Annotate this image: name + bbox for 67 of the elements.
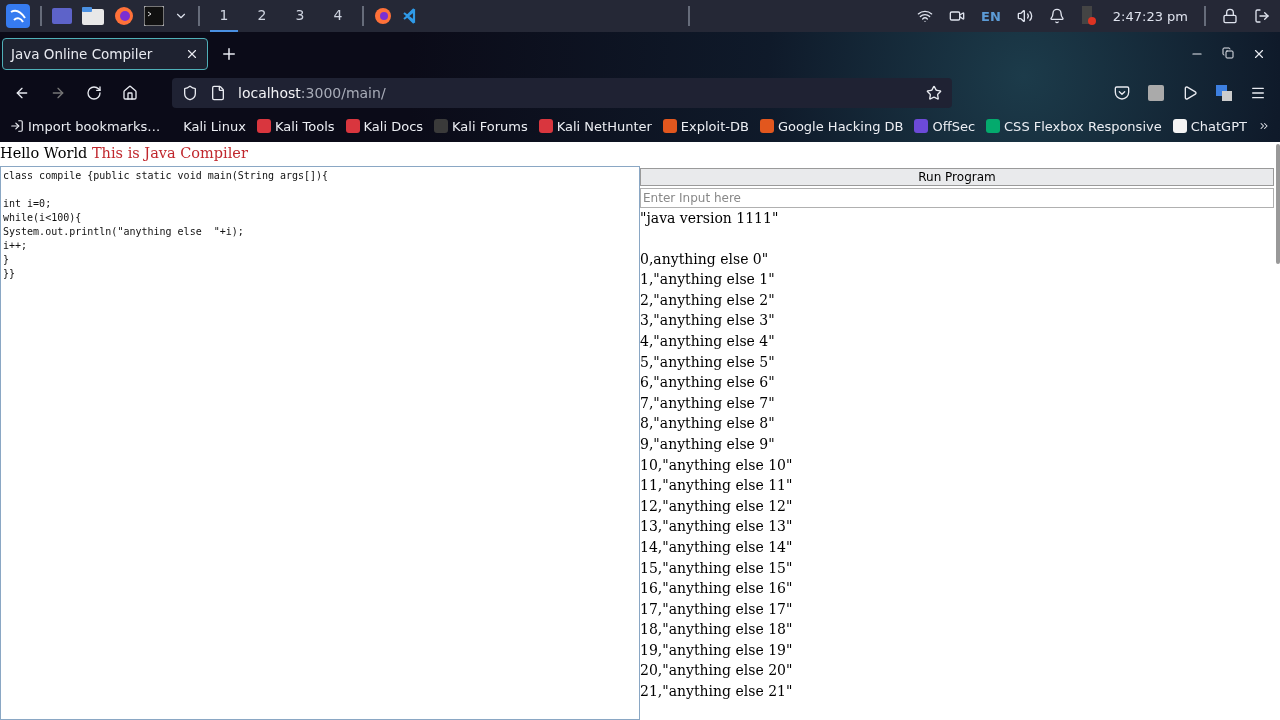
camera-icon[interactable] [949, 8, 966, 24]
bookmark-link[interactable]: Import bookmarks… [10, 118, 161, 134]
output-line: 3,"anything else 3" [640, 311, 776, 331]
play-icon[interactable] [1182, 84, 1198, 101]
restore-icon[interactable] [1222, 46, 1234, 59]
bookmark-link[interactable]: Kali Docs [345, 118, 424, 134]
page-heading: Hello World This is Java Compiler [0, 144, 249, 163]
browser-tab[interactable]: Java Online Compiler [2, 37, 208, 70]
shield-icon[interactable] [182, 84, 198, 101]
wifi-icon[interactable] [917, 8, 934, 24]
volume-icon[interactable] [1016, 8, 1033, 24]
bookmark-link[interactable]: Exploit-DB [662, 118, 749, 134]
output-line: 7,"anything else 7" [640, 393, 776, 413]
address-bar[interactable]: localhost:3000/main/ [172, 77, 952, 108]
run-button[interactable]: Run Program [640, 168, 1274, 186]
output-line: 8,"anything else 8" [640, 414, 776, 434]
output-line: 20,"anything else 20" [640, 661, 794, 681]
url-text[interactable]: localhost:3000/main/ [238, 84, 386, 101]
lock-icon[interactable] [1222, 8, 1238, 24]
bookmark-link[interactable]: OffSec [914, 118, 976, 134]
output-line: 9,"anything else 9" [640, 434, 776, 454]
bookmark-link[interactable]: Kali Tools [256, 118, 335, 134]
reload-icon[interactable] [86, 84, 102, 101]
bookmark-link[interactable]: Kali Forums [434, 118, 528, 134]
scrollbar[interactable] [1276, 144, 1280, 264]
home-icon[interactable] [122, 84, 138, 101]
output-line: 13,"anything else 13" [640, 517, 794, 537]
output-line: 0,anything else 0" [640, 249, 770, 269]
clock[interactable]: 2:47:23 pm [1112, 8, 1188, 24]
page-icon [210, 84, 226, 101]
terminal-icon[interactable] [144, 6, 164, 26]
input-field[interactable]: Enter Input here [640, 188, 1274, 208]
output-line: 1,"anything else 1" [640, 270, 776, 290]
language-indicator[interactable]: EN [981, 8, 1001, 24]
version-line: "java version 1111" [640, 209, 780, 228]
bookmark-link[interactable]: Kali Linux [183, 118, 246, 134]
output-line: 2,"anything else 2" [640, 290, 776, 310]
output-line: 10,"anything else 10" [640, 455, 794, 475]
workspace-tab[interactable]: 4 [324, 0, 352, 32]
output-line: 14,"anything else 14" [640, 537, 794, 557]
output-line: 4,"anything else 4" [640, 331, 776, 351]
bookmark-link[interactable]: ChatGPT [1172, 118, 1247, 134]
output-line: 15,"anything else 15" [640, 558, 794, 578]
import-icon [10, 119, 24, 133]
output-line: 6,"anything else 6" [640, 373, 776, 393]
workspace-tab[interactable]: 2 [248, 0, 276, 32]
output-line: 12,"anything else 12" [640, 496, 794, 516]
workspace-tab[interactable]: 3 [286, 0, 314, 32]
pocket-icon[interactable] [1114, 84, 1130, 101]
firefox-icon[interactable] [114, 6, 134, 26]
bell-icon[interactable] [1048, 8, 1065, 24]
output-line: 17,"anything else 17" [640, 599, 794, 619]
output-line: 16,"anything else 16" [640, 579, 794, 599]
star-icon[interactable] [926, 84, 942, 101]
code-editor-icon[interactable] [402, 8, 418, 24]
logout-icon[interactable] [1254, 8, 1270, 24]
output-line: 19,"anything else 19" [640, 640, 794, 660]
folder-icon[interactable] [82, 7, 104, 25]
output-line: 18,"anything else 18" [640, 620, 794, 640]
firefox-icon[interactable] [374, 7, 392, 25]
output-line: 5,"anything else 5" [640, 352, 776, 372]
bookmark-link[interactable]: Google Hacking DB [759, 118, 904, 134]
code-editor[interactable]: class compile {public static void main(String args[]){ int i=0; while(i<100){ System.out.println("anything else "+i); i++; } }} [0, 166, 640, 720]
output-line: 11,"anything else 11" [640, 476, 794, 496]
bookmark-link[interactable]: CSS Flexbox Responsive [986, 118, 1162, 134]
output-line: 21,"anything else 21" [640, 682, 794, 702]
bookmark-link[interactable]: Kali NetHunter [538, 118, 652, 134]
